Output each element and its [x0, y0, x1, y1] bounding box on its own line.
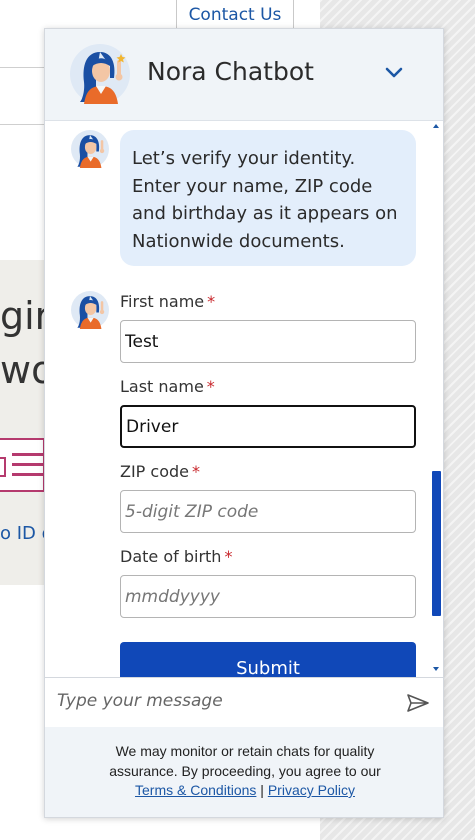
id-card-icon: [0, 438, 52, 492]
scroll-up-arrow-icon[interactable]: [432, 122, 440, 130]
chat-header: Nora Chatbot: [45, 29, 443, 121]
last-name-label: Last name *: [120, 377, 215, 396]
page-heading-fragment: gir: [0, 294, 45, 338]
submit-button[interactable]: Submit: [120, 642, 416, 677]
page-heading-fragment: wo: [0, 348, 45, 392]
identity-form: First name* Last name* ZIP code* Date of…: [120, 292, 420, 677]
nora-avatar-icon: [71, 130, 109, 168]
link-separator: |: [260, 782, 264, 798]
chat-widget: Nora Chatbot Let’s verify your identity.…: [44, 28, 444, 818]
required-mark: *: [207, 292, 216, 311]
required-mark: *: [224, 547, 233, 566]
bot-message-bubble: Let’s verify your identity. Enter your n…: [120, 130, 416, 266]
scroll-down-arrow-icon[interactable]: [432, 665, 440, 673]
chat-footer: We may monitor or retain chats for quali…: [45, 727, 443, 817]
privacy-policy-link[interactable]: Privacy Policy: [268, 782, 355, 798]
page-link-fragment[interactable]: o ID o: [0, 523, 45, 544]
scrollbar-thumb[interactable]: [432, 471, 441, 616]
required-mark: *: [192, 462, 200, 481]
last-name-input[interactable]: [120, 405, 416, 448]
contact-us-link[interactable]: Contact Us: [176, 0, 294, 31]
nora-avatar-icon: [70, 44, 130, 104]
message-list[interactable]: Let’s verify your identity. Enter your n…: [45, 122, 443, 677]
required-mark: *: [206, 377, 215, 396]
send-icon[interactable]: [405, 690, 431, 716]
privacy-notice: We may monitor or retain chats for quali…: [109, 743, 381, 779]
chat-title: Nora Chatbot: [147, 57, 314, 86]
chevron-down-icon[interactable]: [380, 59, 408, 87]
terms-link[interactable]: Terms & Conditions: [135, 782, 256, 798]
first-name-label: First name *: [120, 292, 216, 311]
zip-code-label: ZIP code *: [120, 462, 200, 481]
message-input[interactable]: [57, 686, 387, 716]
message-composer: [45, 677, 443, 727]
zip-code-input[interactable]: [120, 490, 416, 533]
nora-avatar-icon: [71, 291, 109, 329]
page-divider: [0, 67, 45, 68]
date-of-birth-label: Date of birth *: [120, 547, 233, 566]
footer-links: Terms & Conditions | Privacy Policy: [45, 781, 443, 801]
page-divider: [0, 124, 45, 125]
first-name-input[interactable]: [120, 320, 416, 363]
date-of-birth-input[interactable]: [120, 575, 416, 618]
